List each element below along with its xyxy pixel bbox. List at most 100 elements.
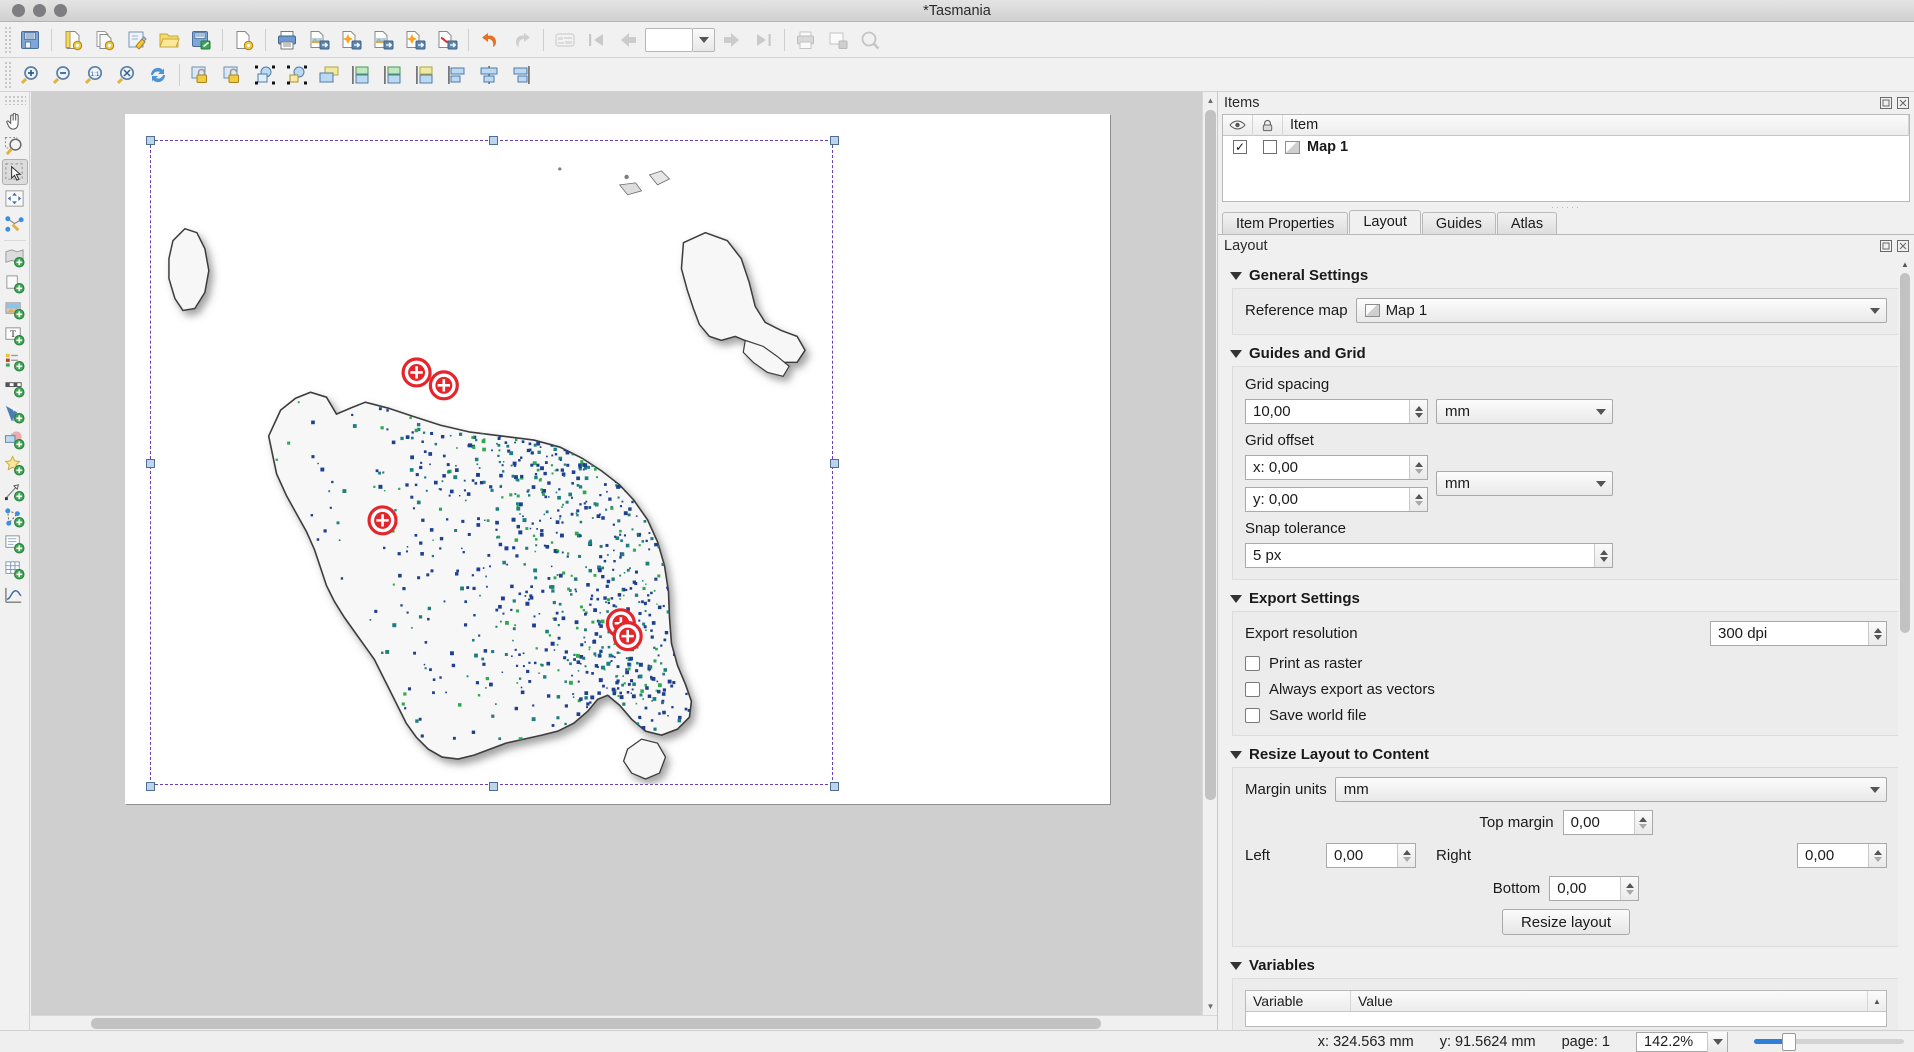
send-to-back-button[interactable]: [410, 60, 440, 90]
snap-tolerance-stepper[interactable]: [1594, 544, 1612, 567]
atlas-last-feature-button[interactable]: [748, 25, 778, 55]
add-picture-tool[interactable]: [2, 296, 28, 322]
export-as-image-button[interactable]: [304, 25, 334, 55]
print-as-raster-row[interactable]: Print as raster: [1245, 655, 1887, 672]
resize-layout-header[interactable]: Resize Layout to Content: [1230, 746, 1914, 763]
zoom-tool[interactable]: [2, 133, 28, 159]
grid-offset-x-input[interactable]: x: 0,00: [1245, 455, 1428, 480]
align-center-button[interactable]: [474, 60, 504, 90]
palette-grip[interactable]: [3, 95, 26, 105]
top-margin-stepper[interactable]: [1633, 811, 1652, 834]
variables-table[interactable]: Variable Value ▲: [1245, 990, 1887, 1027]
add-attribute-table-tool[interactable]: [2, 556, 28, 582]
export-as-pdf-button[interactable]: [432, 25, 462, 55]
export-as-svg-2-button[interactable]: [400, 25, 430, 55]
float-panel-icon[interactable]: [1879, 239, 1893, 253]
add-html-tool[interactable]: [2, 530, 28, 556]
canvas-horizontal-scrollbar[interactable]: [31, 1015, 1217, 1030]
add-marker-tool[interactable]: [2, 452, 28, 478]
add-legend-tool[interactable]: [2, 348, 28, 374]
export-resolution-stepper[interactable]: [1868, 622, 1886, 645]
tab-guides[interactable]: Guides: [1421, 212, 1496, 234]
export-settings-header[interactable]: Export Settings: [1230, 590, 1914, 607]
lock-checkbox[interactable]: [1263, 140, 1277, 154]
right-margin-input[interactable]: 0,00: [1797, 843, 1887, 868]
grid-offset-units-combo[interactable]: mm: [1436, 471, 1613, 496]
add-label-tool[interactable]: T: [2, 322, 28, 348]
close-dock-icon[interactable]: [1896, 96, 1910, 110]
panel-vertical-scrollbar[interactable]: ▲ ▼: [1898, 257, 1912, 1045]
resize-handle-n[interactable]: [489, 136, 498, 145]
atlas-settings-button[interactable]: [550, 25, 580, 55]
margin-units-combo[interactable]: mm: [1334, 777, 1887, 802]
pan-layout-tool[interactable]: [2, 107, 28, 133]
table-row[interactable]: ✓ Map 1: [1223, 136, 1909, 158]
select-move-item-tool[interactable]: [1, 159, 28, 185]
canvas-hscroll-thumb[interactable]: [91, 1018, 1101, 1029]
toolbar-grip[interactable]: [3, 26, 12, 53]
add-arrow-tool[interactable]: [2, 478, 28, 504]
layout-properties-button[interactable]: [229, 25, 259, 55]
close-panel-icon[interactable]: [1896, 239, 1910, 253]
zoom-full-extent-button[interactable]: [111, 60, 141, 90]
zoom-actual-size-button[interactable]: 1:1: [79, 60, 109, 90]
left-margin-input[interactable]: 0,00: [1326, 843, 1417, 868]
snap-tolerance-input[interactable]: 5 px: [1245, 543, 1613, 568]
toolbar-grip[interactable]: [3, 61, 12, 88]
refresh-view-button[interactable]: [143, 60, 173, 90]
move-item-content-tool[interactable]: [2, 185, 28, 211]
canvas-vertical-scrollbar[interactable]: ▲ ▼: [1202, 92, 1217, 1030]
always-export-vectors-checkbox[interactable]: [1245, 682, 1260, 697]
dock-splitter[interactable]: ······: [1218, 202, 1914, 212]
zoom-level-combo[interactable]: 142.2%: [1636, 1031, 1728, 1052]
resize-handle-nw[interactable]: [146, 136, 155, 145]
align-left-button[interactable]: [442, 60, 472, 90]
lower-items-button[interactable]: [346, 60, 376, 90]
always-export-vectors-row[interactable]: Always export as vectors: [1245, 681, 1887, 698]
print-layout-button[interactable]: [272, 25, 302, 55]
unlock-all-items-button[interactable]: [218, 60, 248, 90]
save-project-button[interactable]: [15, 25, 45, 55]
resize-handle-ne[interactable]: [830, 136, 839, 145]
layout-canvas[interactable]: ▲ ▼: [31, 92, 1217, 1030]
zoom-out-button[interactable]: [47, 60, 77, 90]
group-items-button[interactable]: [250, 60, 280, 90]
tab-layout[interactable]: Layout: [1349, 210, 1421, 234]
layout-manager-button[interactable]: [122, 25, 152, 55]
redo-button[interactable]: [507, 25, 537, 55]
export-resolution-input[interactable]: 300 dpi: [1710, 621, 1887, 646]
canvas-vscroll-thumb[interactable]: [1205, 110, 1216, 800]
atlas-first-feature-button[interactable]: [582, 25, 612, 55]
open-template-button[interactable]: [154, 25, 184, 55]
save-world-file-checkbox[interactable]: [1245, 708, 1260, 723]
top-margin-input[interactable]: 0,00: [1562, 810, 1653, 835]
atlas-next-feature-button[interactable]: [716, 25, 746, 55]
panel-scroll-thumb[interactable]: [1900, 273, 1910, 633]
left-margin-stepper[interactable]: [1397, 844, 1416, 867]
general-settings-header[interactable]: General Settings: [1230, 267, 1914, 284]
guides-grid-header[interactable]: Guides and Grid: [1230, 345, 1914, 362]
scroll-down-arrow[interactable]: ▼: [1203, 998, 1217, 1014]
add-shape-tool[interactable]: [2, 426, 28, 452]
export-as-image-2-button[interactable]: [368, 25, 398, 55]
right-margin-stepper[interactable]: [1868, 844, 1886, 867]
float-dock-icon[interactable]: [1879, 96, 1893, 110]
scroll-up-arrow[interactable]: ▲: [1203, 92, 1217, 108]
tab-item-properties[interactable]: Item Properties: [1222, 212, 1349, 234]
resize-layout-button[interactable]: Resize layout: [1501, 909, 1631, 935]
export-as-svg-button[interactable]: [336, 25, 366, 55]
add-chart-tool[interactable]: [2, 582, 28, 608]
bottom-margin-stepper[interactable]: [1620, 877, 1639, 900]
atlas-print-button[interactable]: [791, 25, 821, 55]
zoom-in-button[interactable]: [15, 60, 45, 90]
tab-atlas[interactable]: Atlas: [1496, 212, 1558, 234]
add-map-tool[interactable]: [2, 244, 28, 270]
grid-offset-x-stepper[interactable]: [1409, 456, 1427, 479]
map-item-frame[interactable]: [146, 136, 839, 791]
bring-to-front-button[interactable]: [378, 60, 408, 90]
bottom-margin-input[interactable]: 0,00: [1549, 876, 1640, 901]
layout-properties-scrollarea[interactable]: General Settings Reference map Map 1 Gui…: [1218, 257, 1914, 1045]
save-template-button[interactable]: [186, 25, 216, 55]
atlas-page-input[interactable]: [645, 27, 693, 52]
zoom-slider-knob[interactable]: [1782, 1032, 1796, 1051]
